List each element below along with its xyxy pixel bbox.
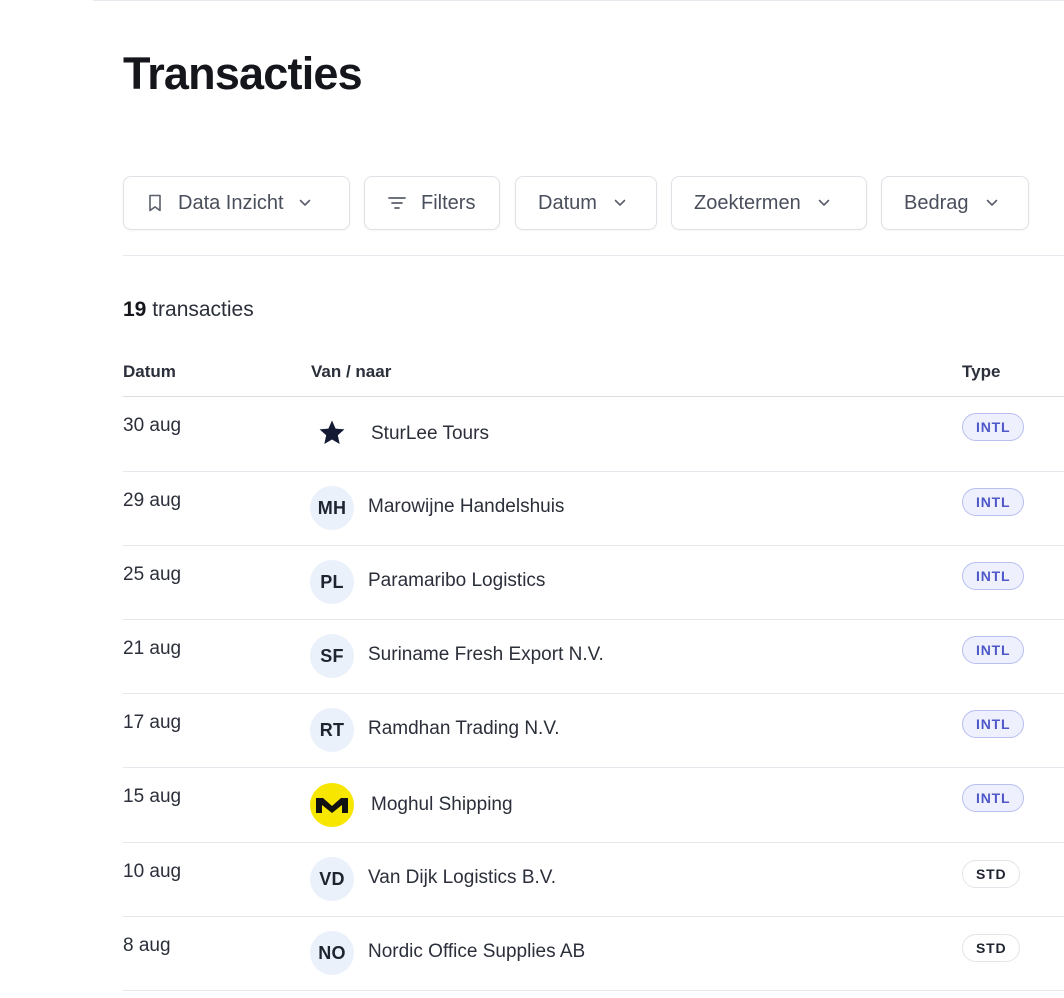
bookmark-icon: [146, 193, 164, 213]
row-date: 25 aug: [123, 564, 182, 585]
row-counterparty: Ramdhan Trading N.V.: [368, 718, 560, 739]
type-badge: INTL: [962, 562, 1025, 590]
row-date: 29 aug: [123, 490, 182, 511]
zoektermen-label: Zoektermen: [694, 191, 801, 214]
bedrag-label: Bedrag: [904, 191, 969, 214]
type-badge: INTL: [962, 413, 1025, 441]
type-badge: INTL: [962, 488, 1025, 516]
table-row[interactable]: 15 aug Moghul Shipping INTL: [123, 768, 1064, 843]
row-counterparty: Marowijne Handelshuis: [368, 496, 565, 517]
row-counterparty: Paramaribo Logistics: [368, 570, 546, 591]
row-date: 21 aug: [123, 638, 182, 659]
data-inzicht-label: Data Inzicht: [178, 191, 284, 214]
toolbar-divider: [123, 255, 1064, 256]
row-date: 30 aug: [123, 415, 182, 436]
avatar: NO: [310, 931, 354, 975]
column-header-type[interactable]: Type: [962, 362, 1000, 382]
row-counterparty: Moghul Shipping: [371, 794, 513, 815]
row-date: 15 aug: [123, 786, 182, 807]
row-counterparty: Van Dijk Logistics B.V.: [368, 867, 556, 888]
count-number: 19: [123, 298, 147, 321]
datum-button[interactable]: Datum: [515, 176, 657, 230]
chevron-down-icon: [985, 196, 999, 210]
column-header-datum[interactable]: Datum: [123, 362, 176, 382]
table-row[interactable]: 29 aug MH Marowijne Handelshuis INTL: [123, 472, 1064, 546]
bedrag-button[interactable]: Bedrag: [881, 176, 1029, 230]
avatar: MH: [310, 486, 354, 530]
star-logo-icon: [314, 415, 350, 451]
table-row[interactable]: 25 aug PL Paramaribo Logistics INTL: [123, 546, 1064, 620]
avatar: VD: [310, 857, 354, 901]
top-divider: [93, 0, 1064, 1]
table-row[interactable]: 10 aug VD Van Dijk Logistics B.V. STD: [123, 843, 1064, 917]
filter-lines-icon: [387, 193, 407, 213]
filters-button[interactable]: Filters: [364, 176, 500, 230]
page-title: Transacties: [123, 48, 363, 99]
table-row[interactable]: 8 aug NO Nordic Office Supplies AB STD: [123, 917, 1064, 991]
type-badge: INTL: [962, 784, 1025, 812]
chevron-down-icon: [817, 196, 831, 210]
row-date: 17 aug: [123, 712, 182, 733]
filter-toolbar: Data Inzicht Filters Datum Zoektermen Be: [123, 176, 1064, 232]
type-badge: INTL: [962, 710, 1025, 738]
row-counterparty: SturLee Tours: [371, 423, 489, 444]
table-row[interactable]: 17 aug RT Ramdhan Trading N.V. INTL: [123, 694, 1064, 768]
type-badge: STD: [962, 860, 1021, 888]
table-header: Datum Van / naar Type: [123, 360, 1064, 397]
row-date: 8 aug: [123, 935, 171, 956]
data-inzicht-button[interactable]: Data Inzicht: [123, 176, 350, 230]
row-counterparty: Nordic Office Supplies AB: [368, 941, 586, 962]
m-logo-icon: [310, 783, 354, 827]
zoektermen-button[interactable]: Zoektermen: [671, 176, 867, 230]
transaction-count: 19 transacties: [123, 298, 254, 322]
count-label: transacties: [146, 298, 254, 321]
avatar: SF: [310, 634, 354, 678]
type-badge: STD: [962, 934, 1021, 962]
transactions-table-body: 30 aug SturLee Tours INTL 29 aug MH Marowijne…: [123, 397, 1064, 991]
avatar: RT: [310, 708, 354, 752]
chevron-down-icon: [613, 196, 627, 210]
row-counterparty: Suriname Fresh Export N.V.: [368, 644, 604, 665]
type-badge: INTL: [962, 636, 1025, 664]
row-date: 10 aug: [123, 861, 182, 882]
chevron-down-icon: [298, 196, 312, 210]
datum-label: Datum: [538, 191, 597, 214]
table-row[interactable]: 30 aug SturLee Tours INTL: [123, 397, 1064, 472]
avatar: PL: [310, 560, 354, 604]
filters-label: Filters: [421, 191, 476, 214]
transactions-page: Transacties Data Inzicht Filters Datum Z…: [0, 0, 1064, 998]
table-row[interactable]: 21 aug SF Suriname Fresh Export N.V. INTL: [123, 620, 1064, 694]
column-header-van-naar[interactable]: Van / naar: [311, 362, 391, 382]
